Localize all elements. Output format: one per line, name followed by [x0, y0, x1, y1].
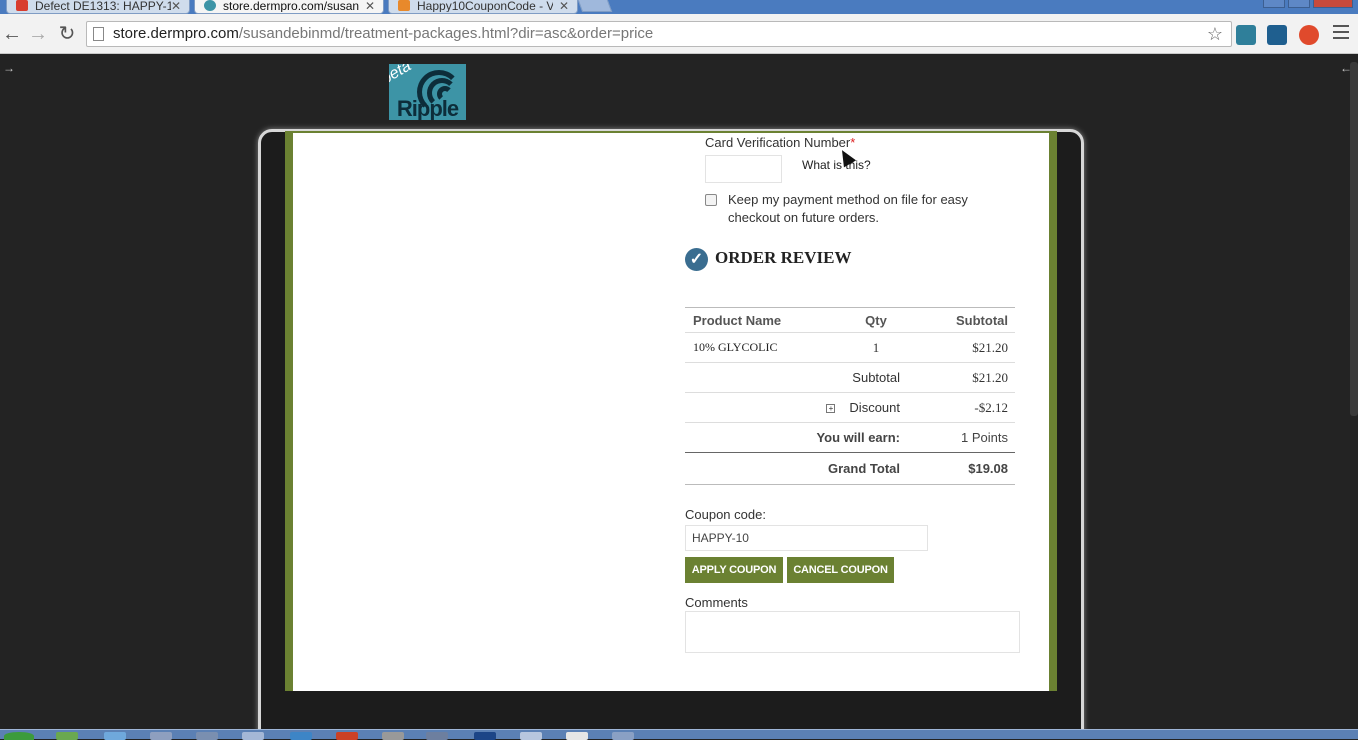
ripple-logo[interactable]: beta Ripple [389, 64, 466, 120]
forward-button[interactable]: → [26, 21, 50, 47]
tab-coupon-code[interactable]: Happy10CouponCode - V ✕ [388, 0, 578, 14]
comments-label: Comments [685, 595, 748, 610]
back-button[interactable]: ← [0, 21, 24, 47]
table-row: 10% GLYCOLIC 1 $21.20 [685, 332, 1015, 363]
s-extension-icon[interactable] [1267, 25, 1287, 45]
window-close-button[interactable] [1313, 0, 1353, 8]
logo-text: Ripple [396, 96, 459, 120]
ripple-extension-icon[interactable] [1236, 25, 1256, 45]
browser-toolbar: ← → ↻ store.dermpro.com/susandebinmd/tre… [0, 14, 1358, 54]
grand-total-label: Grand Total [685, 452, 907, 485]
address-url: store.dermpro.com/susandebinmd/treatment… [113, 22, 653, 46]
scrollbar[interactable] [1350, 62, 1358, 416]
coupon-code-label: Coupon code: [685, 507, 766, 522]
earn-value: 1 Points [907, 422, 1015, 453]
new-tab-button[interactable] [577, 0, 613, 12]
what-is-this-link[interactable]: What is this? [802, 158, 871, 172]
reload-button[interactable]: ↻ [55, 21, 79, 47]
item-subtotal: $21.20 [907, 332, 1015, 363]
comments-textarea[interactable] [685, 611, 1020, 653]
expand-plus-icon[interactable]: + [826, 404, 836, 413]
store-favicon-icon [204, 0, 216, 11]
close-icon[interactable]: ✕ [559, 0, 569, 12]
url-path: /susandebinmd/treatment-packages.html?di… [238, 25, 654, 42]
discount-row: + Discount -$2.12 [685, 392, 1015, 423]
column-header-product: Product Name [685, 307, 845, 333]
logo-beta-badge: beta [389, 64, 415, 88]
browser-tab-strip: Defect DE1313: HAPPY-10 ✕ store.dermpro.… [0, 0, 1358, 14]
tab-label: store.dermpro.com/susan [223, 0, 359, 12]
discount-cell: + Discount [685, 392, 907, 423]
tab-label: Happy10CouponCode - V [417, 0, 553, 12]
os-taskbar [0, 729, 1358, 740]
left-arrow-icon[interactable]: → [3, 61, 15, 75]
cvv-input[interactable] [705, 155, 782, 183]
order-review-table: Product Name Qty Subtotal 10% GLYCOLIC 1… [685, 307, 1015, 485]
earn-label: You will earn: [685, 422, 907, 453]
address-bar[interactable]: store.dermpro.com/susandebinmd/treatment… [86, 21, 1232, 47]
item-qty: 1 [845, 332, 907, 363]
column-header-subtotal: Subtotal [907, 307, 1015, 333]
page-icon [93, 27, 104, 41]
grand-total-value: $19.08 [907, 452, 1015, 485]
column-header-qty: Qty [845, 307, 907, 333]
keep-payment-checkbox[interactable] [705, 194, 717, 206]
keep-payment-label: Keep my payment method on file for easy … [728, 192, 968, 225]
discount-label: Discount [849, 400, 900, 415]
subtotal-label: Subtotal [685, 362, 907, 393]
grand-total-row: Grand Total $19.08 [685, 452, 1015, 485]
subtotal-row: Subtotal $21.20 [685, 362, 1015, 393]
url-host: store.dermpro.com [113, 25, 239, 42]
browser-menu-icon[interactable] [1333, 25, 1349, 43]
rss-favicon-icon [398, 0, 410, 11]
apply-coupon-button[interactable]: APPLY COUPON [685, 557, 783, 583]
close-icon[interactable]: ✕ [365, 0, 375, 12]
maximize-button[interactable] [1288, 0, 1310, 8]
required-mark: * [850, 135, 856, 150]
tab-store[interactable]: store.dermpro.com/susan ✕ [194, 0, 384, 14]
earn-points-row: You will earn: 1 Points [685, 422, 1015, 453]
checkmark-icon: ✓ [685, 248, 708, 271]
defect-favicon-icon [16, 0, 28, 11]
discount-value: -$2.12 [907, 392, 1015, 423]
cvv-label: Card Verification Number* [705, 135, 855, 150]
cvv-label-text: Card Verification Number [705, 135, 851, 150]
order-review-title: ORDER REVIEW [715, 248, 852, 267]
close-icon[interactable]: ✕ [171, 0, 181, 12]
tab-defect[interactable]: Defect DE1313: HAPPY-10 ✕ [6, 0, 190, 14]
subtotal-value: $21.20 [907, 362, 1015, 393]
item-name: 10% GLYCOLIC [685, 332, 845, 363]
minimize-button[interactable] [1263, 0, 1285, 8]
coupon-code-input[interactable] [685, 525, 928, 551]
bookmark-star-icon[interactable]: ☆ [1207, 23, 1223, 45]
color-extension-icon[interactable] [1299, 25, 1319, 45]
cancel-coupon-button[interactable]: CANCEL COUPON [787, 557, 894, 583]
checkout-panel: Card Verification Number* What is this? … [285, 131, 1057, 691]
table-header-row: Product Name Qty Subtotal [685, 307, 1015, 333]
tab-label: Defect DE1313: HAPPY-10 [35, 0, 171, 12]
